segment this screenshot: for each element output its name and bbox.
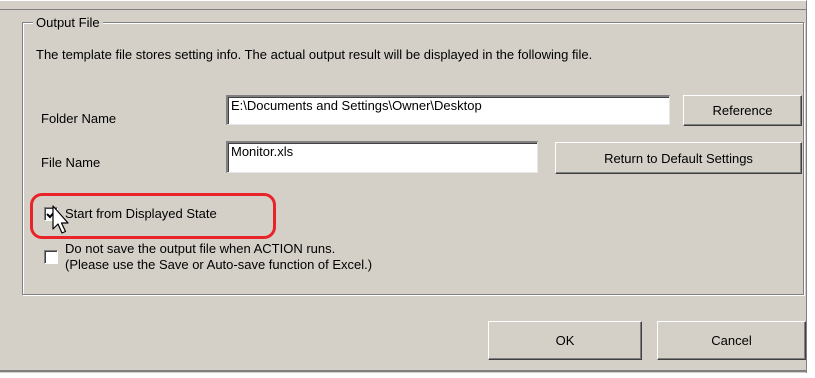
no-save-label-line1[interactable]: Do not save the output file when ACTION … [65,241,335,257]
return-to-default-button[interactable]: Return to Default Settings [555,142,802,174]
file-name-input[interactable]: Monitor.xls [226,141,538,173]
folder-name-label: Folder Name [41,111,117,126]
mouse-pointer-icon [52,205,69,234]
no-save-label-line2[interactable]: (Please use the Save or Auto-save functi… [65,257,372,273]
ok-button[interactable]: OK [488,321,642,360]
no-save-checkbox[interactable] [44,250,58,264]
dialog-top-edge [0,1,806,10]
dialog: Output File The template file stores set… [0,0,807,373]
file-name-label: File Name [41,155,101,170]
dialog-bottom-edge [0,370,807,372]
cancel-button[interactable]: Cancel [657,321,806,360]
output-file-legend: Output File [33,15,103,31]
reference-button[interactable]: Reference [683,95,802,126]
start-displayed-label[interactable]: Start from Displayed State [65,206,217,222]
folder-name-input[interactable]: E:\Documents and Settings\Owner\Desktop [226,95,670,125]
output-file-description: The template file stores setting info. T… [36,47,593,62]
